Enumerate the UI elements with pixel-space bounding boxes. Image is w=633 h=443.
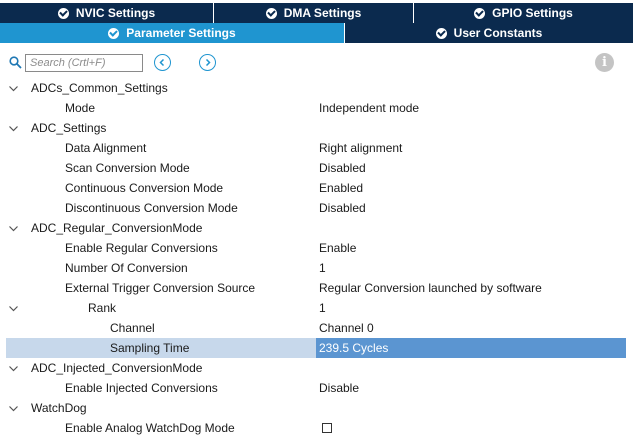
tree-group-adcs-common-settings[interactable]: ADCs_Common_Settings [0, 78, 633, 98]
tree-group-rank[interactable]: Rank 1 [0, 298, 633, 318]
group-label: WatchDog [31, 401, 87, 415]
param-label: Mode [65, 101, 96, 115]
chevron-down-icon[interactable] [8, 123, 19, 134]
param-label: Discontinuous Conversion Mode [65, 201, 238, 215]
param-label: Enable Analog WatchDog Mode [65, 421, 235, 435]
tab-nvic-settings[interactable]: NVIC Settings [0, 3, 214, 23]
param-value[interactable]: Regular Conversion launched by software [316, 278, 626, 298]
param-value[interactable]: Disable [316, 378, 626, 398]
tree-row-mode[interactable]: Mode Independent mode [0, 98, 633, 118]
tab-label: GPIO Settings [492, 6, 573, 20]
param-label: Scan Conversion Mode [65, 161, 190, 175]
parameter-tree: ADCs_Common_Settings Mode Independent mo… [0, 78, 633, 438]
tab-bar-bottom: Parameter Settings User Constants [0, 23, 633, 43]
param-label: Rank [88, 301, 117, 315]
param-value[interactable]: Enable [316, 238, 626, 258]
param-label: Data Alignment [65, 141, 147, 155]
check-circle-icon [435, 27, 447, 39]
param-label: Enable Injected Conversions [65, 381, 218, 395]
param-value[interactable]: Disabled [316, 198, 626, 218]
group-label: ADC_Regular_ConversionMode [31, 221, 203, 235]
tree-group-adc-regular-conversionmode[interactable]: ADC_Regular_ConversionMode [0, 218, 633, 238]
param-value[interactable]: Enabled [316, 178, 626, 198]
chevron-left-icon [159, 58, 165, 67]
tab-label: DMA Settings [283, 6, 362, 20]
tree-row-external-trigger-conversion-source[interactable]: External Trigger Conversion Source Regul… [0, 278, 633, 298]
param-label: Channel [110, 321, 155, 335]
group-label: ADC_Injected_ConversionMode [31, 361, 203, 375]
chevron-down-icon[interactable] [8, 363, 19, 374]
tree-row-scan-conversion-mode[interactable]: Scan Conversion Mode Disabled [0, 158, 633, 178]
check-circle-icon [474, 7, 486, 19]
chevron-down-icon[interactable] [8, 403, 19, 414]
param-value[interactable]: 239.5 Cycles [316, 338, 626, 358]
tab-gpio-settings[interactable]: GPIO Settings [414, 3, 633, 23]
chevron-down-icon[interactable] [8, 83, 19, 94]
check-circle-icon [108, 27, 120, 39]
tree-row-data-alignment[interactable]: Data Alignment Right alignment [0, 138, 633, 158]
search-toolbar: i [0, 52, 633, 76]
tab-bar-top: NVIC Settings DMA Settings GPIO Settings [0, 3, 633, 23]
tree-row-number-of-conversion[interactable]: Number Of Conversion 1 [0, 258, 633, 278]
tree-row-discontinuous-conversion-mode[interactable]: Discontinuous Conversion Mode Disabled [0, 198, 633, 218]
tree-row-enable-injected-conversions[interactable]: Enable Injected Conversions Disable [0, 378, 633, 398]
param-label: Sampling Time [110, 341, 190, 355]
tab-parameter-settings[interactable]: Parameter Settings [0, 23, 345, 43]
param-value[interactable]: Channel 0 [316, 318, 626, 338]
param-value[interactable]: 1 [316, 298, 626, 318]
search-input[interactable] [25, 54, 143, 72]
group-label: ADC_Settings [31, 121, 107, 135]
param-value[interactable]: Independent mode [316, 98, 626, 118]
chevron-down-icon[interactable] [8, 223, 19, 234]
tree-group-watchdog[interactable]: WatchDog [0, 398, 633, 418]
previous-match-button[interactable] [154, 54, 171, 71]
tree-group-adc-injected-conversionmode[interactable]: ADC_Injected_ConversionMode [0, 358, 633, 378]
param-label: Continuous Conversion Mode [65, 181, 224, 195]
param-value[interactable]: 1 [316, 258, 626, 278]
next-match-button[interactable] [199, 54, 216, 71]
info-icon[interactable]: i [595, 53, 614, 72]
analog-watchdog-checkbox[interactable] [322, 423, 332, 433]
check-circle-icon [265, 7, 277, 19]
search-icon [9, 56, 22, 69]
tree-row-sampling-time[interactable]: Sampling Time 239.5 Cycles [0, 338, 633, 358]
chevron-down-icon[interactable] [8, 303, 19, 314]
tree-row-enable-regular-conversions[interactable]: Enable Regular Conversions Enable [0, 238, 633, 258]
tree-group-adc-settings[interactable]: ADC_Settings [0, 118, 633, 138]
tab-label: User Constants [453, 26, 543, 40]
tab-label: Parameter Settings [126, 26, 236, 40]
tab-label: NVIC Settings [75, 6, 156, 20]
tab-dma-settings[interactable]: DMA Settings [214, 3, 414, 23]
param-label: External Trigger Conversion Source [65, 281, 256, 295]
param-label: Number Of Conversion [65, 261, 188, 275]
param-value[interactable]: Disabled [316, 158, 626, 178]
tree-row-channel[interactable]: Channel Channel 0 [0, 318, 633, 338]
check-circle-icon [57, 7, 69, 19]
param-value[interactable]: Right alignment [316, 138, 626, 158]
group-label: ADCs_Common_Settings [31, 81, 168, 95]
tree-row-enable-analog-watchdog-mode[interactable]: Enable Analog WatchDog Mode [0, 418, 633, 438]
tree-row-continuous-conversion-mode[interactable]: Continuous Conversion Mode Enabled [0, 178, 633, 198]
tab-user-constants[interactable]: User Constants [345, 23, 633, 43]
param-label: Enable Regular Conversions [65, 241, 218, 255]
chevron-right-icon [205, 58, 211, 67]
